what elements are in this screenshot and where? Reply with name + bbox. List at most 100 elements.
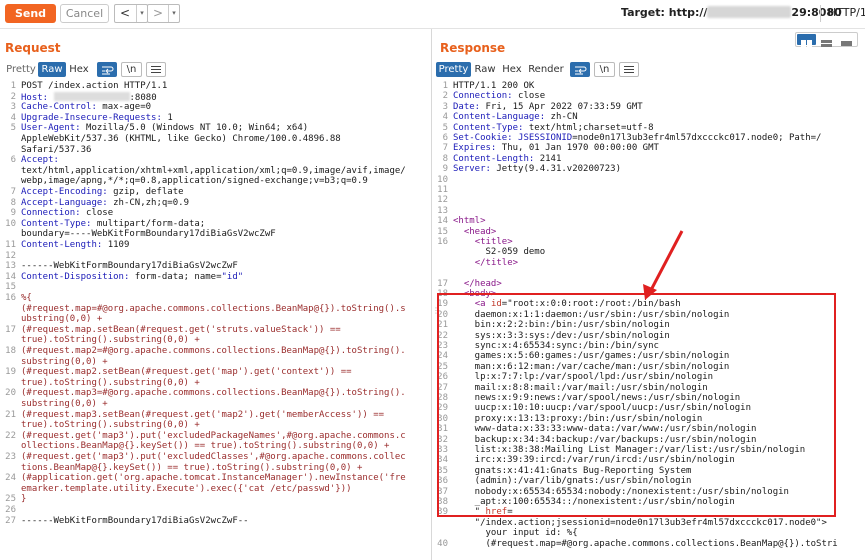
line-text: </head>	[463, 278, 502, 289]
line-text: AppleWebKit/537.36 (KHTML, like Gecko) C…	[21, 134, 341, 144]
response-menu-button[interactable]	[619, 62, 639, 77]
line-text: Safari/537.36	[21, 144, 92, 155]
cancel-button[interactable]: Cancel	[60, 4, 109, 23]
wrap-lines-button[interactable]	[570, 62, 590, 77]
line-text: Date: Fri, 15 Apr 2022 07:33:59 GMT	[453, 101, 643, 112]
line-number: 15	[5, 282, 16, 293]
send-button[interactable]: Send	[5, 4, 56, 23]
line-text: (#request.map.setBean(#request.get('stru…	[21, 324, 341, 335]
line-number: 24	[5, 473, 16, 484]
line-text: HTTP/1.1 200 OK	[453, 81, 535, 91]
line-text: your input id: %{	[453, 528, 578, 539]
tab-pretty[interactable]: Pretty	[5, 62, 37, 77]
line-text: POST /index.action HTTP/1.1	[21, 81, 168, 91]
line-text: substring(0,0) +	[21, 356, 108, 367]
line-number: 1	[442, 81, 448, 91]
forward-button[interactable]: > ▾	[147, 4, 180, 23]
line-number: 19	[5, 367, 16, 378]
line-number: 21	[5, 409, 16, 420]
line-number: 10	[437, 174, 448, 185]
line-number: 5	[442, 122, 448, 133]
request-menu-button[interactable]	[146, 62, 166, 77]
target-display[interactable]: Target: http://29:8080	[621, 6, 842, 19]
line-number: 9	[442, 164, 448, 175]
line-number: 22	[5, 430, 16, 441]
line-number: 14	[437, 216, 448, 227]
tab-raw[interactable]: Raw	[474, 62, 496, 77]
wrap-icon	[575, 66, 587, 75]
line-text: true).toString().substring(0,0) +	[21, 420, 200, 431]
forward-dropdown-icon[interactable]: ▾	[168, 5, 179, 22]
line-text: Content-Length: 2141	[453, 153, 562, 164]
layout-toggle	[795, 32, 858, 47]
line-text: "/index.action;jsessionid=node0n17l3ub3e…	[453, 517, 827, 528]
layout-stacked-icon[interactable]	[817, 34, 836, 47]
line-text: Accept-Language: zh-CN,zh;q=0.9	[21, 197, 189, 208]
line-text: true).toString().substring(0,0) +	[21, 377, 200, 388]
tab-pretty[interactable]: Pretty	[436, 62, 471, 77]
line-number: 6	[442, 133, 448, 143]
hamburger-icon	[624, 66, 634, 73]
tab-hex[interactable]: Hex	[500, 62, 524, 77]
top-toolbar: Send Cancel < ▾ > ▾ Target: http://29:80…	[0, 0, 865, 29]
line-number: 8	[442, 153, 448, 164]
line-number: 13	[437, 205, 448, 216]
line-number: 4	[442, 112, 448, 123]
show-newlines-button[interactable]: \n	[121, 62, 142, 77]
line-number: 11	[5, 240, 16, 250]
back-button[interactable]: < ▾	[114, 4, 148, 23]
redacted-host	[707, 6, 792, 18]
line-text: (#request.map=#@org.apache.commons.colle…	[21, 303, 406, 314]
tab-render[interactable]: Render	[528, 62, 564, 77]
line-number: 20	[5, 388, 16, 399]
line-text: tions.BeanMap@{}.keySet()) == true).toSt…	[21, 462, 363, 473]
line-text: <html>	[453, 216, 486, 227]
toolbar-divider	[820, 5, 821, 22]
show-newlines-button[interactable]: \n	[594, 62, 615, 77]
line-text: Cache-Control: max-age=0	[21, 102, 152, 113]
line-number: 26	[5, 505, 16, 515]
hamburger-icon	[151, 66, 161, 73]
line-text: </title>	[474, 257, 519, 268]
line-text: Content-Type: multipart/form-data;	[21, 218, 206, 229]
line-number: 12	[437, 195, 448, 206]
tab-hex[interactable]: Hex	[67, 62, 91, 77]
line-number: 2	[442, 91, 448, 102]
line-number: 6	[10, 155, 16, 166]
http-version-toggle[interactable]: HTTP/1	[828, 6, 865, 19]
line-text: Upgrade-Insecure-Requests: 1	[21, 112, 173, 123]
layout-side-by-side-icon[interactable]	[797, 34, 816, 47]
pane-splitter[interactable]	[431, 29, 432, 560]
line-text: Connection: close	[453, 91, 546, 102]
line-text: User-Agent: Mozilla/5.0 (Windows NT 10.0…	[21, 123, 309, 134]
line-text: ubstring(0,0) +	[21, 314, 103, 325]
wrap-lines-button[interactable]	[97, 62, 117, 77]
line-text: ------WebKitFormBoundary17diBiaGsV2wcZwF	[21, 261, 238, 272]
back-dropdown-icon[interactable]: ▾	[136, 5, 147, 22]
line-text: Server: Jetty(9.4.31.v20200723)	[453, 164, 621, 175]
line-number: 13	[5, 261, 16, 272]
line-text: Expires: Thu, 01 Jan 1970 00:00:00 GMT	[453, 143, 659, 154]
line-text: substring(0,0) +	[21, 399, 108, 409]
line-text: S2-059 demo	[453, 247, 546, 258]
line-text: <head>	[463, 226, 497, 237]
line-text: Accept:	[21, 155, 59, 166]
line-text: Connection: close	[21, 208, 114, 219]
line-number: 8	[10, 197, 16, 208]
line-number: 17	[437, 278, 448, 289]
line-number: 12	[5, 250, 16, 261]
line-number: 14	[5, 271, 16, 282]
line-text: webp,image/apng,*/*;q=0.8,application/si…	[21, 176, 368, 187]
tab-raw[interactable]: Raw	[38, 62, 66, 77]
line-text: ollections.BeanMap@{}.keySet()) == true)…	[21, 441, 390, 452]
line-text: Set-Cookie: JSESSIONID=node0n17l3ub3efr4…	[453, 133, 822, 143]
highlight-box	[437, 293, 836, 517]
line-text: emarker.template.utility.Execute').exec(…	[21, 483, 352, 494]
line-text: (#request.map2=#@org.apache.commons.coll…	[21, 346, 406, 356]
layout-tabs-icon[interactable]	[837, 34, 856, 46]
line-number: 3	[10, 102, 16, 113]
line-number: 7	[10, 187, 16, 197]
line-number: 3	[442, 101, 448, 112]
line-number: 25	[5, 494, 16, 505]
request-editor[interactable]: 1 POST /index.action HTTP/1.1 2 Host: :8080…	[5, 81, 427, 560]
